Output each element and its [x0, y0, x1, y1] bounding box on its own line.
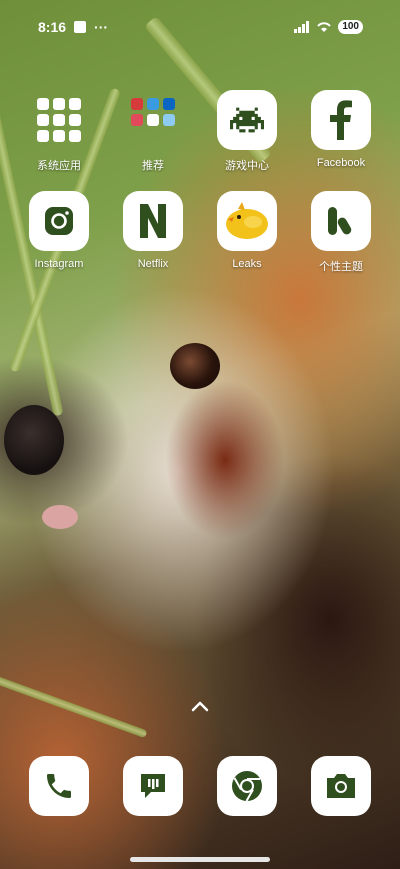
app-leaks[interactable]: Leaks [207, 191, 287, 270]
app-label: Netflix [137, 258, 169, 270]
messages-icon [141, 774, 165, 798]
notification-square-icon [74, 21, 87, 33]
facebook-icon [311, 90, 371, 150]
app-label: 个性主题 [319, 261, 363, 273]
app-label: Instagram [34, 258, 84, 270]
swipe-up-chevron-icon[interactable] [188, 700, 212, 714]
app-system-apps[interactable]: 系统应用 [19, 90, 99, 173]
app-folder-icon [29, 90, 89, 150]
app-netflix[interactable]: Netflix [113, 191, 193, 270]
chrome-icon [232, 771, 262, 802]
app-facebook[interactable]: Facebook [301, 90, 381, 169]
red-panda-cheek [165, 380, 285, 540]
red-panda-tongue [42, 505, 78, 529]
space-invader-icon [217, 90, 277, 150]
yellow-bird-icon [217, 191, 277, 251]
camera-icon [327, 774, 355, 798]
app-game-center[interactable]: 游戏中心 [207, 90, 287, 173]
app-label: Leaks [232, 258, 262, 270]
red-panda-nose [4, 405, 64, 475]
app-label: 游戏中心 [225, 160, 269, 172]
app-instagram[interactable]: Instagram [19, 191, 99, 270]
instagram-icon [29, 191, 89, 251]
home-indicator[interactable] [130, 857, 270, 862]
netflix-icon [123, 191, 183, 251]
wifi-icon [317, 22, 332, 32]
theme-icon [311, 191, 371, 251]
bamboo-stalk [0, 641, 148, 739]
app-label: 系统应用 [37, 160, 81, 172]
app-themes[interactable]: 个性主题 [301, 191, 381, 274]
dock-messages-button[interactable] [123, 756, 183, 816]
clock: 8:16 [38, 19, 67, 35]
dock-camera-button[interactable] [311, 756, 371, 816]
red-panda-eye [170, 343, 220, 389]
phone-icon [47, 774, 71, 798]
battery-icon: 100 [338, 20, 363, 34]
dock-chrome-button[interactable] [217, 756, 277, 816]
status-bar: 8:16 ··· 100 [0, 0, 400, 54]
app-recommended[interactable]: 推荐 [113, 90, 193, 173]
recommended-folder-icon [123, 90, 183, 150]
app-label: 推荐 [142, 160, 164, 172]
dock-phone-button[interactable] [29, 756, 89, 816]
app-label: Facebook [316, 157, 366, 169]
more-notifications-icon: ··· [94, 19, 109, 35]
signal-icon [294, 21, 310, 33]
